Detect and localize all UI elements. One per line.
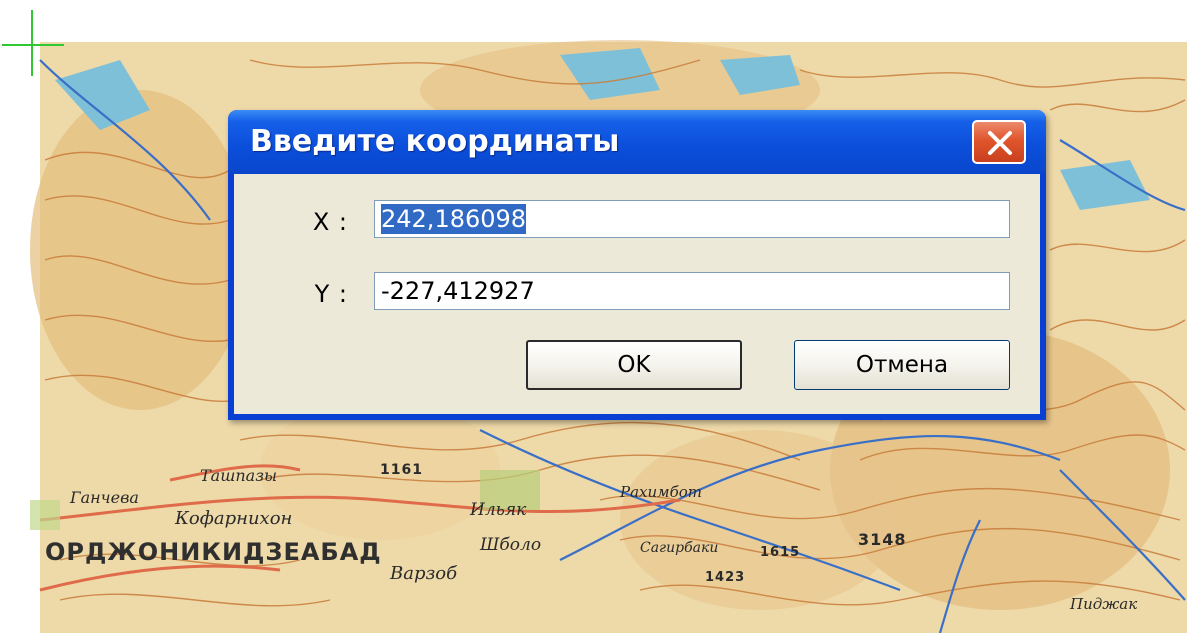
map-label: Кофарнихон [175, 508, 293, 529]
y-label: Y : [314, 280, 348, 308]
map-label: 3148 [858, 530, 907, 549]
map-label: 1615 [760, 545, 801, 560]
map-label: Ильяк [470, 500, 527, 520]
map-label: 1161 [380, 462, 423, 478]
map-label: Сагирбаки [640, 540, 719, 556]
x-coordinate-value: 242,186098 [381, 204, 527, 234]
dialog-title: Введите координаты [250, 124, 620, 159]
x-label: X : [312, 208, 348, 236]
map-label: Рахимбот [620, 483, 703, 501]
crosshair-vertical [31, 10, 33, 76]
map-label: Пиджак [1070, 595, 1138, 613]
map-label: Варзоб [390, 563, 458, 584]
y-coordinate-value: -227,412927 [381, 277, 535, 305]
crosshair-horizontal [2, 44, 64, 46]
close-button[interactable] [972, 120, 1026, 164]
map-label: Шболо [480, 535, 542, 555]
close-icon [988, 131, 1012, 155]
dialog-title-bar[interactable]: Введите координаты [228, 110, 1046, 174]
ok-button[interactable]: OK [526, 340, 742, 390]
x-coordinate-input[interactable]: 242,186098 [374, 200, 1010, 238]
y-coordinate-input[interactable]: -227,412927 [374, 272, 1010, 310]
map-label: 1423 [705, 570, 746, 585]
dialog-body: X : 242,186098 Y : -227,412927 OK Отмена [234, 174, 1040, 414]
map-label: Ташпазы [200, 466, 277, 485]
cancel-button[interactable]: Отмена [794, 340, 1010, 390]
coordinates-dialog: Введите координаты X : 242,186098 Y : -2… [228, 110, 1046, 420]
map-label: ОРДЖОНИКИДЗЕАБАД [45, 538, 382, 566]
map-label: Ганчева [70, 488, 139, 507]
